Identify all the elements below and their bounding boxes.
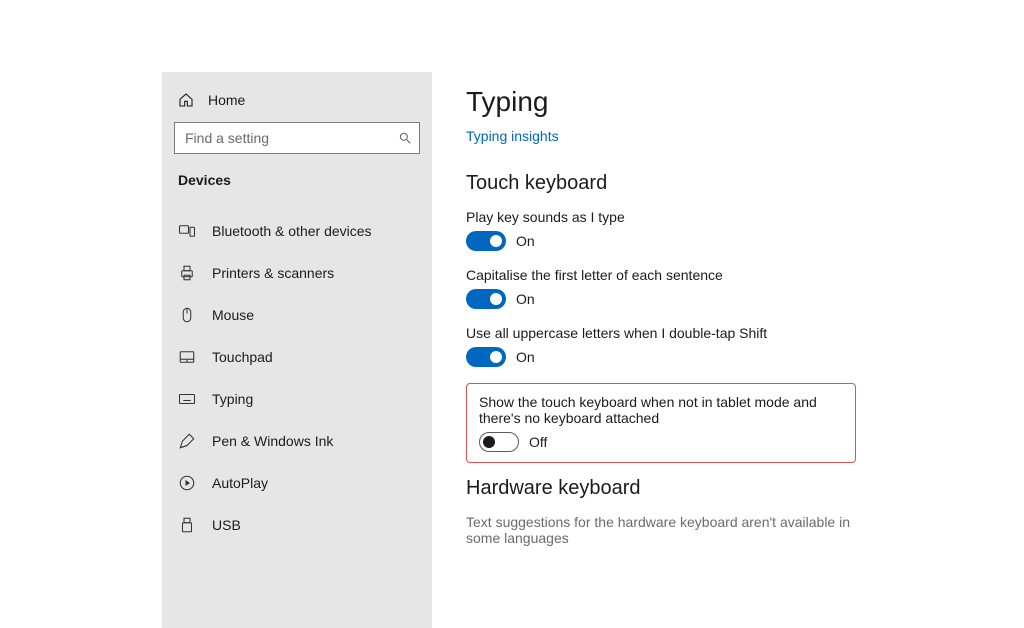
setting-capitalise: Capitalise the first letter of each sent… bbox=[466, 267, 996, 309]
sidebar-item-label: AutoPlay bbox=[212, 475, 268, 491]
home-label: Home bbox=[208, 92, 245, 108]
toggle-capitalise[interactable] bbox=[466, 289, 506, 309]
setting-label: Show the touch keyboard when not in tabl… bbox=[479, 394, 843, 426]
keyboard-icon bbox=[178, 390, 196, 408]
sidebar-item-label: Printers & scanners bbox=[212, 265, 334, 281]
setting-label: Play key sounds as I type bbox=[466, 209, 866, 225]
usb-icon bbox=[178, 516, 196, 534]
sidebar-item-label: Typing bbox=[212, 391, 253, 407]
touch-keyboard-heading: Touch keyboard bbox=[466, 172, 996, 195]
autoplay-icon bbox=[178, 474, 196, 492]
sidebar-item-label: Touchpad bbox=[212, 349, 273, 365]
highlight-box: Show the touch keyboard when not in tabl… bbox=[466, 383, 856, 463]
setting-label: Capitalise the first letter of each sent… bbox=[466, 267, 866, 283]
sidebar-section-label: Devices bbox=[174, 172, 420, 194]
sidebar-item-usb[interactable]: USB bbox=[174, 504, 420, 546]
toggle-play-sounds[interactable] bbox=[466, 231, 506, 251]
search-input[interactable] bbox=[174, 122, 420, 154]
setting-play-sounds: Play key sounds as I type On bbox=[466, 209, 996, 251]
sidebar-item-label: USB bbox=[212, 517, 241, 533]
sidebar-item-label: Pen & Windows Ink bbox=[212, 433, 333, 449]
toggle-show-touch-keyboard[interactable] bbox=[479, 432, 519, 452]
toggle-state: On bbox=[516, 349, 535, 365]
setting-uppercase-shift: Use all uppercase letters when I double-… bbox=[466, 325, 996, 367]
home-button[interactable]: Home bbox=[174, 86, 420, 122]
sidebar-item-printers[interactable]: Printers & scanners bbox=[174, 252, 420, 294]
sidebar-item-typing[interactable]: Typing bbox=[174, 378, 420, 420]
setting-label: Use all uppercase letters when I double-… bbox=[466, 325, 866, 341]
sidebar: Home Devices Bluetooth & other devices bbox=[162, 72, 432, 628]
sidebar-item-mouse[interactable]: Mouse bbox=[174, 294, 420, 336]
printer-icon bbox=[178, 264, 196, 282]
hardware-keyboard-heading: Hardware keyboard bbox=[466, 477, 996, 500]
main-panel: Typing Typing insights Touch keyboard Pl… bbox=[432, 72, 1024, 628]
touchpad-icon bbox=[178, 348, 196, 366]
page-title: Typing bbox=[466, 86, 996, 118]
sidebar-item-bluetooth[interactable]: Bluetooth & other devices bbox=[174, 210, 420, 252]
toggle-state: On bbox=[516, 233, 535, 249]
toggle-uppercase-shift[interactable] bbox=[466, 347, 506, 367]
typing-insights-link[interactable]: Typing insights bbox=[466, 128, 559, 144]
devices-icon bbox=[178, 222, 196, 240]
sidebar-item-pen[interactable]: Pen & Windows Ink bbox=[174, 420, 420, 462]
sidebar-item-autoplay[interactable]: AutoPlay bbox=[174, 462, 420, 504]
pen-icon bbox=[178, 432, 196, 450]
setting-show-touch-keyboard: Show the touch keyboard when not in tabl… bbox=[479, 394, 843, 452]
toggle-state: On bbox=[516, 291, 535, 307]
nav-list: Bluetooth & other devices Printers & sca… bbox=[174, 210, 420, 546]
sidebar-item-touchpad[interactable]: Touchpad bbox=[174, 336, 420, 378]
home-icon bbox=[178, 92, 194, 108]
sidebar-item-label: Bluetooth & other devices bbox=[212, 223, 372, 239]
toggle-state: Off bbox=[529, 434, 547, 450]
search-wrap bbox=[174, 122, 420, 154]
mouse-icon bbox=[178, 306, 196, 324]
sidebar-item-label: Mouse bbox=[212, 307, 254, 323]
hardware-keyboard-note: Text suggestions for the hardware keyboa… bbox=[466, 514, 886, 546]
